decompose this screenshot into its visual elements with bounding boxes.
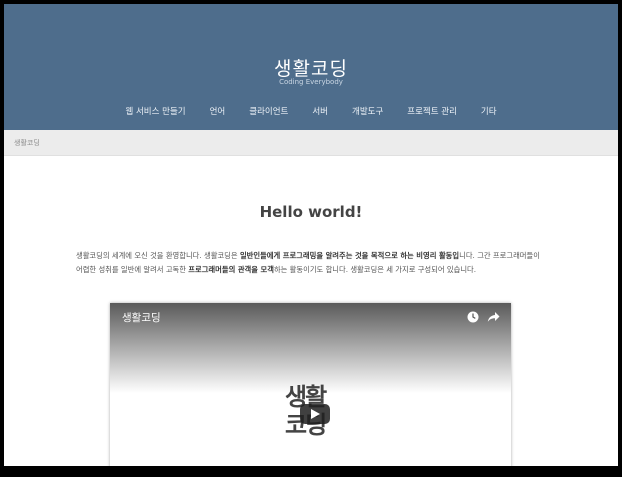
post-body-text-1: 생활코딩의 세계에 오신 것을 환영합니다. 생활코딩은 — [76, 251, 240, 260]
nav-item-server[interactable]: 서버 — [300, 105, 340, 117]
nav-item-etc[interactable]: 기타 — [469, 105, 509, 117]
breadcrumb[interactable]: 생활코딩 — [14, 138, 40, 148]
nav-item-project-management[interactable]: 프로젝트 관리 — [395, 105, 469, 117]
bottom-black-bar — [0, 466, 622, 477]
post-body-text-3: 하는 활동이기도 합니다. 생활코딩은 세 가지로 구성되어 있습니다. — [273, 265, 477, 274]
clock-icon[interactable] — [467, 311, 479, 323]
site-subtitle: Coding Everybody — [279, 78, 343, 86]
post-body-bold-1: 일반인들에게 프로그래밍을 알려주는 것을 목적으로 하는 비영리 활동입 — [239, 251, 460, 260]
site-header: 생활코딩 Coding Everybody 웹 서비스 만들기 언어 클라이언트… — [4, 4, 618, 130]
video-top-gradient — [110, 303, 511, 393]
nav-item-client[interactable]: 클라이언트 — [237, 105, 300, 117]
share-icon[interactable] — [487, 311, 500, 323]
site-title[interactable]: 생활코딩 — [4, 54, 618, 81]
post-body-bold-2: 프로그래머들의 관객을 모객 — [188, 265, 274, 274]
nav-item-web-service[interactable]: 웹 서비스 만들기 — [113, 105, 197, 117]
page: 생활코딩 Coding Everybody 웹 서비스 만들기 언어 클라이언트… — [4, 4, 618, 466]
play-icon[interactable] — [300, 404, 330, 424]
main-nav: 웹 서비스 만들기 언어 클라이언트 서버 개발도구 프로젝트 관리 기타 — [4, 105, 618, 117]
post-body: 생활코딩의 세계에 오신 것을 환영합니다. 생활코딩은 일반인들에게 프로그래… — [76, 249, 546, 277]
nav-item-language[interactable]: 언어 — [198, 105, 238, 117]
main-content: Hello world! 생활코딩의 세계에 오신 것을 환영합니다. 생활코딩… — [4, 156, 618, 466]
breadcrumb-bar: 생활코딩 — [4, 130, 618, 156]
nav-item-devtools[interactable]: 개발도구 — [340, 105, 395, 117]
video-title[interactable]: 생활코딩 — [122, 310, 161, 325]
post-title[interactable]: Hello world! — [4, 203, 618, 221]
video-embed[interactable]: 생활코딩 생활 코딩 — [110, 303, 511, 466]
